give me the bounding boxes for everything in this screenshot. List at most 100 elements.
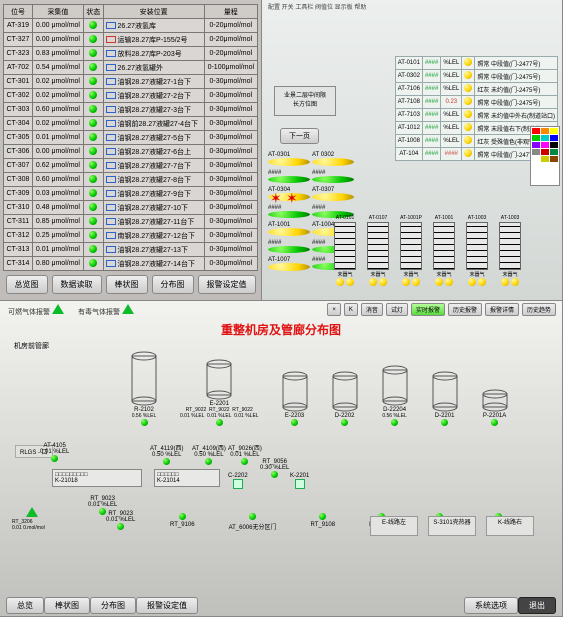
link-icon[interactable]: [106, 162, 116, 169]
nav-button[interactable]: 报警设定值: [198, 275, 256, 294]
palette-swatch[interactable]: [532, 128, 540, 134]
tank-icon: P-2201A: [481, 389, 509, 428]
palette-swatch[interactable]: [532, 156, 540, 162]
nav-button[interactable]: 分布图: [152, 275, 194, 294]
table-row[interactable]: CT-3070.62 μmol/mol 油钢28.27液罐27-7台下0-30μ…: [4, 159, 258, 173]
palette-swatch[interactable]: [532, 149, 540, 155]
footer-button[interactable]: 棒状图: [44, 597, 90, 614]
palette-swatch[interactable]: [541, 128, 549, 134]
status-row[interactable]: AT-7108####0.23照常 中段值(门-2475号): [395, 96, 557, 109]
link-icon[interactable]: [106, 190, 116, 197]
line-box[interactable]: E-线路左: [370, 516, 418, 536]
color-palette[interactable]: [530, 126, 560, 186]
table-row[interactable]: CT-3050.01 μmol/mol 油钢28.27液罐27-5台下0-30μ…: [4, 131, 258, 145]
table-row[interactable]: CT-3030.60 μmol/mol 油钢28.27液罐27-3台下0-30μ…: [4, 103, 258, 117]
nav-button[interactable]: 棒状图: [106, 275, 148, 294]
node-dot-icon: [295, 479, 305, 489]
sensor-node[interactable]: AT_6006无分区门: [229, 513, 277, 531]
status-row[interactable]: AT-7103####%LEL照常 未约值中外右(制道站口): [395, 109, 557, 122]
tab-button[interactable]: 历史报警: [448, 303, 482, 316]
table-row[interactable]: CT-3010.02 μmol/mol 油钢28.27液罐27-1台下0-30μ…: [4, 75, 258, 89]
footer-button[interactable]: 退出: [518, 597, 556, 614]
sensor-node[interactable]: AT_4119(西)0.50 %LEL: [150, 443, 183, 467]
palette-swatch[interactable]: [550, 149, 558, 155]
palette-swatch[interactable]: [532, 135, 540, 141]
table-row[interactable]: CT-3040.02 μmol/mol 油钢前28.27液罐27-4台下0-30…: [4, 117, 258, 131]
link-icon[interactable]: [106, 78, 116, 85]
palette-swatch[interactable]: [550, 135, 558, 141]
palette-swatch[interactable]: [541, 142, 549, 148]
table-row[interactable]: AT-7020.54 μmol/mol 26.27液氢罐外0-100μmol/m…: [4, 61, 258, 75]
footer-button[interactable]: 系统选项: [464, 597, 518, 614]
palette-swatch[interactable]: [532, 142, 540, 148]
top-button[interactable]: K: [344, 303, 358, 316]
top-button[interactable]: 消音: [361, 303, 383, 316]
location-cell: 南钢28.27液罐27-12台下: [103, 229, 204, 243]
sensor-node[interactable]: K-2201: [290, 473, 309, 491]
tab-button[interactable]: 报警详情: [485, 303, 519, 316]
link-icon[interactable]: [106, 92, 116, 99]
footer-button[interactable]: 总览: [6, 597, 44, 614]
table-row[interactable]: CT-3080.60 μmol/mol 油钢28.27液罐27-8台下0-30μ…: [4, 173, 258, 187]
nav-button[interactable]: 数据读取: [52, 275, 102, 294]
location-cell: 油钢28.27液罐27-7台下: [103, 159, 204, 173]
table-row[interactable]: CT-3090.03 μmol/mol 油钢28.27液罐27-9台下0-30μ…: [4, 187, 258, 201]
link-icon[interactable]: [106, 218, 116, 225]
status-dot-icon: [89, 63, 97, 71]
link-icon[interactable]: [106, 64, 116, 71]
sensor-node[interactable]: AT_4109(西)0.50 %LEL: [192, 443, 226, 467]
table-row[interactable]: CT-3230.83 μmol/mol 放料28.27库P-203号0-20μm…: [4, 47, 258, 61]
status-row[interactable]: AT-0302####%LEL照常 中段值(门-2475号): [395, 70, 557, 83]
sensor-node[interactable]: AT-41050.01 %LEL: [40, 443, 69, 464]
tag-id: CT-308: [4, 173, 33, 187]
palette-swatch[interactable]: [541, 149, 549, 155]
top-button[interactable]: 试灯: [386, 303, 408, 316]
link-icon[interactable]: [106, 232, 116, 239]
link-icon[interactable]: [106, 260, 116, 267]
palette-swatch[interactable]: [541, 135, 549, 141]
sensor-node[interactable]: RT_9108: [311, 513, 336, 531]
link-icon[interactable]: [106, 246, 116, 253]
footer-button[interactable]: 分布图: [90, 597, 136, 614]
table-row[interactable]: CT-3140.80 μmol/mol 油钢28.27液罐27-14台下0-30…: [4, 257, 258, 271]
table-row[interactable]: CT-3130.01 μmol/mol 油钢28.27液罐27-13下0-30μ…: [4, 243, 258, 257]
sensor-node[interactable]: AT_9026(西)0.01 %LEL: [228, 443, 262, 467]
line-box[interactable]: K-线路右: [486, 516, 534, 536]
tab-button[interactable]: 历史趋势: [522, 303, 556, 316]
top-button[interactable]: ×: [327, 303, 341, 316]
sensor-node[interactable]: RT_9106: [170, 513, 195, 531]
link-icon[interactable]: [106, 204, 116, 211]
line-box[interactable]: S-3101壳热器: [428, 516, 476, 536]
link-icon[interactable]: [106, 134, 116, 141]
link-icon[interactable]: [106, 106, 116, 113]
palette-swatch[interactable]: [550, 142, 558, 148]
link-icon[interactable]: [106, 120, 116, 127]
sensor-node[interactable]: RT_90560.30 %LEL: [260, 459, 289, 480]
status-row[interactable]: AT-7106####%LEL红灰 未约值(门-2475号): [395, 83, 557, 96]
location-cell: 油钢28.27液罐27-9台下: [103, 187, 204, 201]
value-cell: 0.83 μmol/mol: [32, 47, 83, 61]
sensor-node[interactable]: C-2202: [228, 473, 248, 491]
table-row[interactable]: CT-3270.00 μmol/mol 运输28.27库P-155/2号0-20…: [4, 33, 258, 47]
sensor-node[interactable]: RT_90230.01 %LEL: [106, 511, 135, 532]
palette-swatch[interactable]: [541, 156, 549, 162]
link-icon[interactable]: [106, 148, 116, 155]
table-row[interactable]: CT-3120.25 μmol/mol 南钢28.27液罐27-12台下0-30…: [4, 229, 258, 243]
table-row[interactable]: CT-3020.02 μmol/mol 油钢28.27液罐27-2台下0-30μ…: [4, 89, 258, 103]
table-row[interactable]: CT-3110.85 μmol/mol 油钢28.27液罐27-11台下0-30…: [4, 215, 258, 229]
table-row[interactable]: CT-3100.48 μmol/mol 油钢28.27液罐27-10下0-30μ…: [4, 201, 258, 215]
link-icon[interactable]: [106, 176, 116, 183]
status-row[interactable]: AT-0101####%LEL照常 中段值(门-2477号): [395, 57, 557, 70]
palette-swatch[interactable]: [550, 156, 558, 162]
p2-toolbar[interactable]: 配置 开关 工具栏 阀值位 显示板 帮助: [268, 2, 366, 11]
footer-button[interactable]: 报警设定值: [136, 597, 198, 614]
tab-button[interactable]: 实时报警: [411, 303, 445, 316]
next-page-button[interactable]: 下一页: [280, 128, 319, 144]
link-icon[interactable]: [106, 36, 116, 43]
link-icon[interactable]: [106, 22, 116, 29]
link-icon[interactable]: [106, 50, 116, 57]
palette-swatch[interactable]: [550, 128, 558, 134]
table-row[interactable]: AT-3190.00 μmol/mol 26.27液氢库0-20μmol/mol: [4, 19, 258, 33]
table-row[interactable]: CT-3060.00 μmol/mol 油钢28.27液罐27-6台上0-30μ…: [4, 145, 258, 159]
nav-button[interactable]: 总览图: [6, 275, 48, 294]
